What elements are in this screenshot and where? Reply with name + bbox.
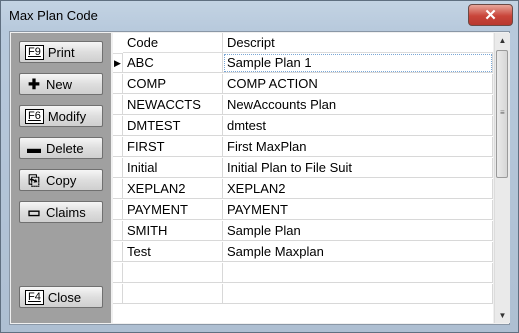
table-row[interactable]: Test Sample Maxplan <box>113 242 493 262</box>
button-label: Modify <box>47 108 87 124</box>
cell-descript[interactable]: PAYMENT <box>223 200 493 220</box>
window-close-button[interactable]: ✕ <box>468 4 513 26</box>
table-row[interactable] <box>113 263 493 283</box>
cell-code[interactable]: XEPLAN2 <box>123 179 223 199</box>
copy-button[interactable]: ⎘ Copy <box>19 169 103 191</box>
table-row[interactable] <box>113 284 493 304</box>
table-row[interactable]: COMP COMP ACTION <box>113 74 493 94</box>
table-row[interactable]: PAYMENT PAYMENT <box>113 200 493 220</box>
cell-descript[interactable]: XEPLAN2 <box>223 179 493 199</box>
claims-button[interactable]: ▭ Claims <box>19 201 103 223</box>
table-row[interactable]: Initial Initial Plan to File Suit <box>113 158 493 178</box>
row-indicator <box>113 284 123 304</box>
cell-descript[interactable]: COMP ACTION <box>223 74 493 94</box>
cell-code[interactable]: NEWACCTS <box>123 95 223 115</box>
vertical-scrollbar[interactable]: ▲ ≡ ▼ <box>494 33 510 323</box>
current-row-arrow-icon: ▶ <box>114 58 121 68</box>
scroll-down-arrow-icon[interactable]: ▼ <box>495 308 510 323</box>
shortcut-key-badge: F4 <box>25 289 44 305</box>
title-bar[interactable]: Max Plan Code ✕ <box>1 1 518 31</box>
row-indicator <box>113 137 123 157</box>
button-label: Copy <box>46 172 77 188</box>
row-indicator <box>113 116 123 136</box>
row-indicator <box>113 221 123 241</box>
cell-code[interactable] <box>123 284 223 304</box>
cell-descript[interactable] <box>223 263 493 283</box>
table-row[interactable]: NEWACCTS NewAccounts Plan <box>113 95 493 115</box>
close-form-button[interactable]: F4 Close <box>19 286 103 308</box>
plan-code-grid[interactable]: Code Descript ▶ ABC Sample Plan 1 COMP COMP … <box>113 33 493 323</box>
print-button[interactable]: F9 Print <box>19 41 103 63</box>
table-row[interactable]: XEPLAN2 XEPLAN2 <box>113 179 493 199</box>
cell-descript[interactable]: Sample Maxplan <box>223 242 493 262</box>
form-client-area: F9 Print ✚ New F6 Modify ▬ Delete ⎘ Copy ▭ Cla… <box>9 31 510 325</box>
row-indicator <box>113 158 123 178</box>
row-indicator <box>113 242 123 262</box>
modify-button[interactable]: F6 Modify <box>19 105 103 127</box>
plus-icon: ✚ <box>28 76 40 92</box>
cell-code[interactable]: PAYMENT <box>123 200 223 220</box>
row-indicator <box>113 74 123 94</box>
cell-descript[interactable]: Initial Plan to File Suit <box>223 158 493 178</box>
table-row[interactable]: SMITH Sample Plan <box>113 221 493 241</box>
cell-descript[interactable]: NewAccounts Plan <box>223 95 493 115</box>
button-label: Claims <box>46 204 86 220</box>
row-indicator <box>113 200 123 220</box>
table-row[interactable]: ▶ ABC Sample Plan 1 <box>113 53 493 73</box>
shortcut-key-badge: F6 <box>25 108 44 124</box>
row-indicator: ▶ <box>113 53 123 73</box>
row-indicator <box>113 95 123 115</box>
row-indicator <box>113 263 123 283</box>
cell-code[interactable]: Initial <box>123 158 223 178</box>
minus-icon: ▬ <box>27 140 41 156</box>
cell-descript[interactable]: dmtest <box>223 116 493 136</box>
cell-code[interactable]: Test <box>123 242 223 262</box>
column-header-descript[interactable]: Descript <box>223 33 493 53</box>
folders-icon: ▭ <box>27 204 41 220</box>
close-icon: ✕ <box>484 7 497 24</box>
button-panel: F9 Print ✚ New F6 Modify ▬ Delete ⎘ Copy ▭ Cla… <box>11 33 111 323</box>
cell-code[interactable]: FIRST <box>123 137 223 157</box>
copy-icon: ⎘ <box>28 172 40 188</box>
button-label: Print <box>47 44 75 60</box>
max-plan-code-window: Max Plan Code ✕ F9 Print ✚ New F6 Modify ▬ D… <box>0 0 519 333</box>
button-label: New <box>46 76 73 92</box>
cell-code[interactable]: ABC <box>123 53 223 73</box>
cell-code[interactable]: SMITH <box>123 221 223 241</box>
cell-descript[interactable]: Sample Plan <box>223 221 493 241</box>
table-row[interactable]: FIRST First MaxPlan <box>113 137 493 157</box>
grip-icon: ≡ <box>500 108 505 117</box>
scroll-up-arrow-icon[interactable]: ▲ <box>495 33 510 48</box>
row-indicator-header <box>113 33 123 54</box>
cell-code[interactable]: COMP <box>123 74 223 94</box>
new-button[interactable]: ✚ New <box>19 73 103 95</box>
button-label: Delete <box>46 140 84 156</box>
delete-button[interactable]: ▬ Delete <box>19 137 103 159</box>
scroll-thumb[interactable]: ≡ <box>496 50 508 178</box>
table-row[interactable]: DMTEST dmtest <box>113 116 493 136</box>
shortcut-key-badge: F9 <box>25 44 44 60</box>
column-header-code[interactable]: Code <box>123 33 223 53</box>
button-label: Close <box>47 289 82 305</box>
cell-descript[interactable] <box>223 284 493 304</box>
cell-code[interactable] <box>123 263 223 283</box>
cell-code[interactable]: DMTEST <box>123 116 223 136</box>
cell-descript[interactable]: First MaxPlan <box>223 137 493 157</box>
window-title: Max Plan Code <box>9 8 98 23</box>
cell-descript[interactable]: Sample Plan 1 <box>223 53 493 73</box>
row-indicator <box>113 179 123 199</box>
